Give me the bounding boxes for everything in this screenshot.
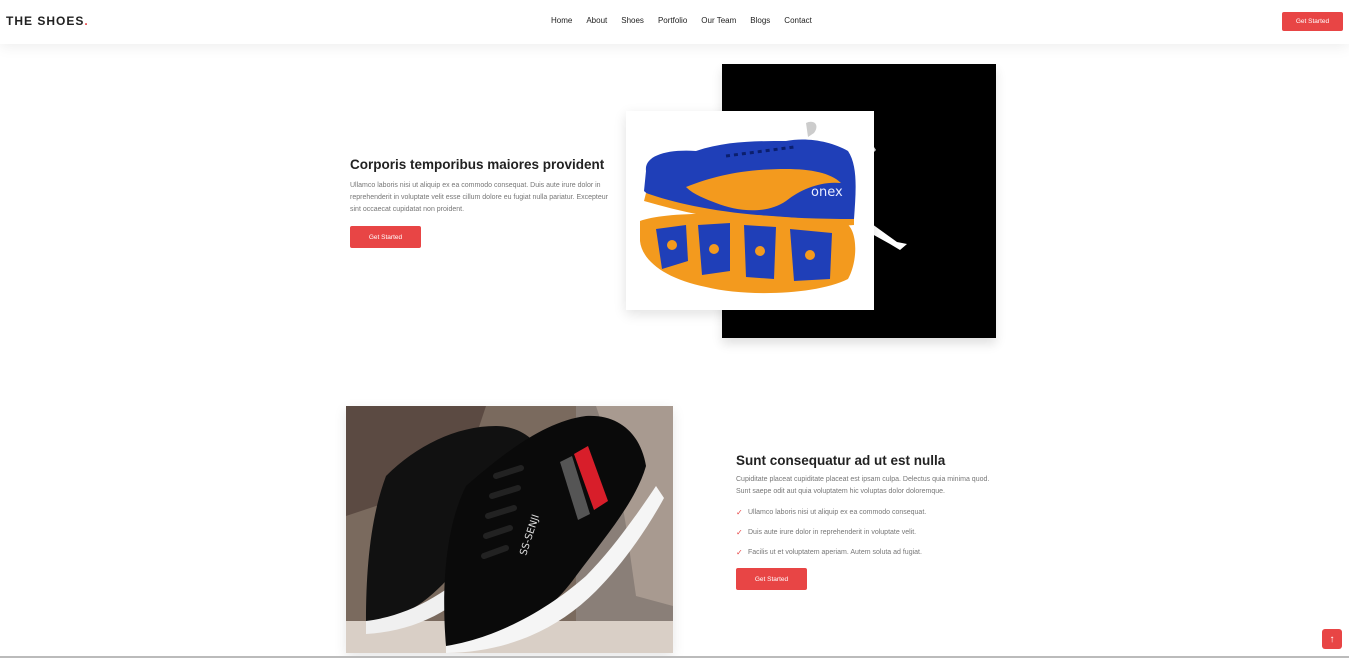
feature-1-title: Corporis temporibus maiores provident (350, 157, 605, 172)
black-sneaker-image: SS-SENJI (346, 406, 673, 653)
list-item-text: Facilis ut et voluptatem aperiam. Autem … (748, 549, 922, 556)
feature-1-get-started-button[interactable]: Get Started (350, 226, 421, 248)
check-icon: ✓ (736, 528, 743, 537)
main-nav: Home About Shoes Portfolio Our Team Blog… (551, 16, 826, 25)
feature-1-text: Corporis temporibus maiores provident Ul… (350, 157, 612, 248)
list-item: ✓ Facilis ut et voluptatem aperiam. Aute… (736, 548, 996, 557)
nav-shoes[interactable]: Shoes (621, 16, 644, 25)
feature-2-text: Sunt consequatur ad ut est nulla Cupidit… (736, 453, 996, 590)
shoe-brand-label: onex (811, 185, 843, 200)
blue-shoe-image: onex (640, 121, 856, 294)
nav-about[interactable]: About (586, 16, 607, 25)
feature-1-paragraph: Ullamco laboris nisi ut aliquip ex ea co… (350, 182, 608, 213)
list-item: ✓ Duis aute irure dolor in reprehenderit… (736, 528, 996, 537)
check-icon: ✓ (736, 548, 743, 557)
site-header: THE SHOES. Home About Shoes Portfolio Ou… (0, 0, 1349, 44)
logo-text: THE SHOES (6, 14, 85, 28)
site-logo[interactable]: THE SHOES. (6, 14, 89, 28)
nav-blogs[interactable]: Blogs (750, 16, 770, 25)
list-item-text: Ullamco laboris nisi ut aliquip ex ea co… (748, 509, 927, 516)
feature-1-image-card: onex (626, 111, 874, 310)
scroll-to-top-button[interactable]: ↑ (1322, 629, 1342, 649)
feature-2-paragraph: Cupiditate placeat cupiditate placeat es… (736, 476, 990, 495)
feature-2-get-started-button[interactable]: Get Started (736, 568, 807, 590)
logo-dot: . (84, 14, 89, 28)
nav-our-team[interactable]: Our Team (701, 16, 736, 25)
feature-2-image-card: SS-SENJI (346, 406, 673, 653)
nav-portfolio[interactable]: Portfolio (658, 16, 687, 25)
check-icon: ✓ (736, 508, 743, 517)
nav-home[interactable]: Home (551, 16, 572, 25)
list-item: ✓ Ullamco laboris nisi ut aliquip ex ea … (736, 508, 996, 517)
list-item-text: Duis aute irure dolor in reprehenderit i… (748, 529, 917, 536)
header-get-started-button[interactable]: Get Started (1282, 12, 1343, 31)
feature-2-title: Sunt consequatur ad ut est nulla (736, 453, 946, 468)
feature-2-checklist: ✓ Ullamco laboris nisi ut aliquip ex ea … (736, 508, 996, 557)
arrow-up-icon: ↑ (1329, 633, 1335, 645)
nav-contact[interactable]: Contact (784, 16, 812, 25)
